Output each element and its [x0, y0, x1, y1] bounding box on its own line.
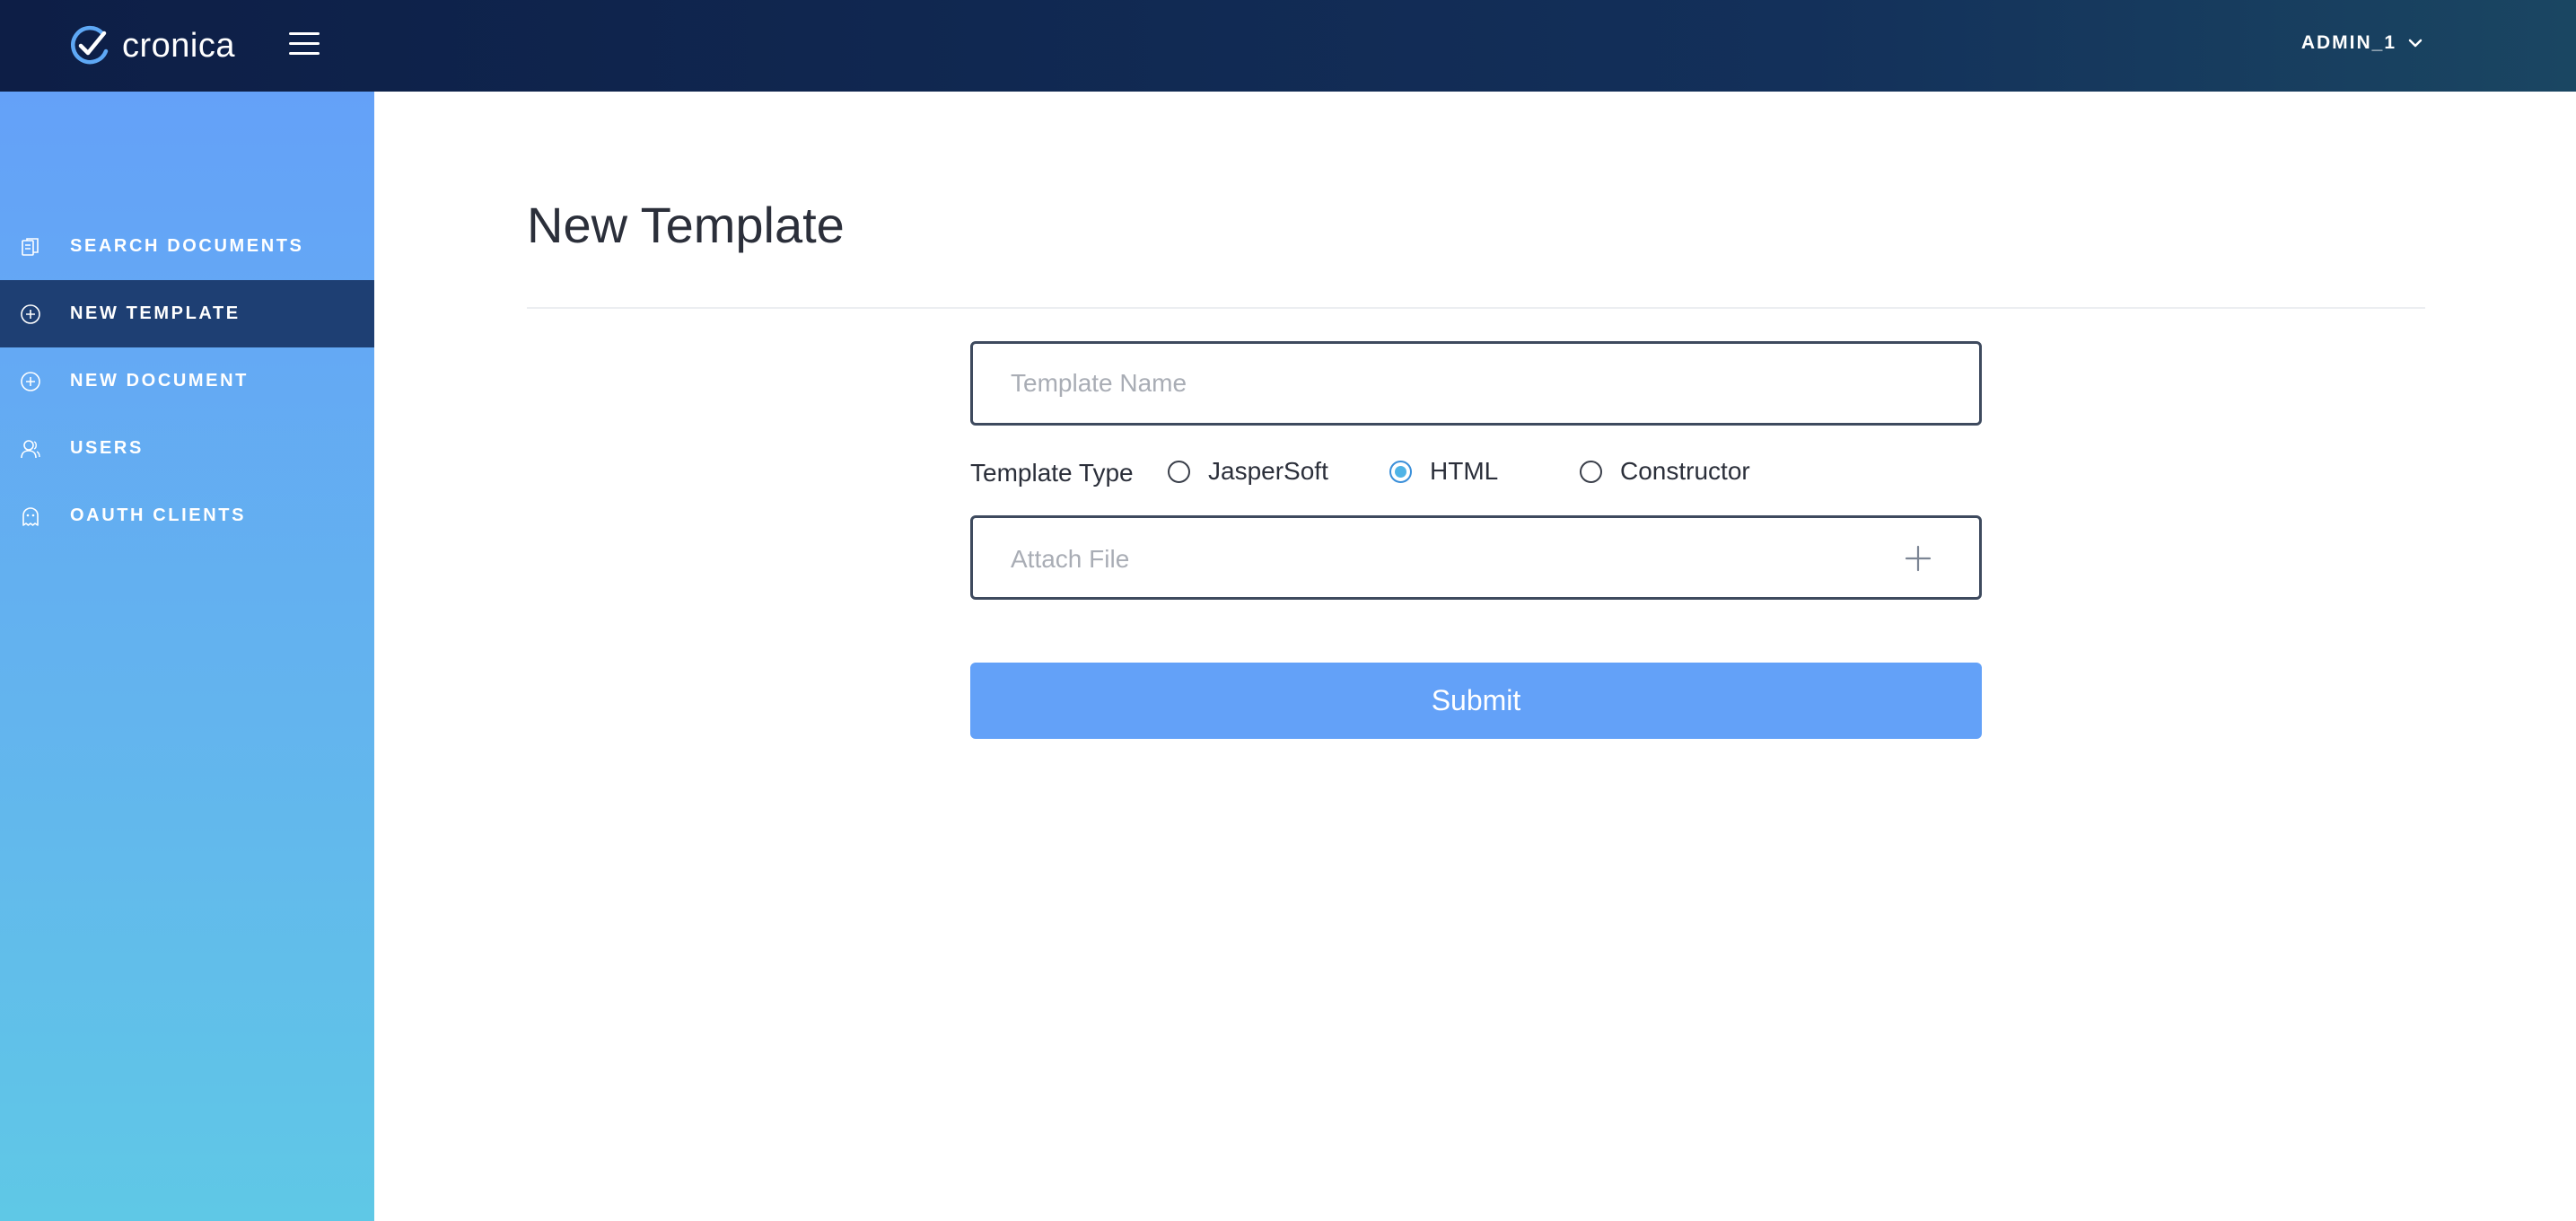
sidebar-item-oauth-clients[interactable]: OAUTH CLIENTS	[0, 482, 374, 549]
plus-circle-icon	[21, 371, 40, 391]
radio-button[interactable]	[1580, 460, 1602, 483]
sidebar-item-new-document[interactable]: NEW DOCUMENT	[0, 347, 374, 415]
sidebar-item-label: USERS	[70, 438, 144, 458]
chevron-down-icon	[2408, 39, 2423, 48]
sidebar-item-new-template[interactable]: NEW TEMPLATE	[0, 280, 374, 347]
radio-jaspersoft[interactable]: JasperSoft	[1168, 457, 1328, 486]
radio-label: Constructor	[1620, 457, 1750, 485]
page-title: New Template	[527, 197, 845, 253]
users-icon	[21, 439, 40, 458]
attach-file-field[interactable]: Attach File	[970, 515, 1982, 600]
sidebar-item-label: OAUTH CLIENTS	[70, 505, 247, 525]
sidebar-item-search-documents[interactable]: SEARCH DOCUMENTS	[0, 213, 374, 280]
template-type-group: Template Type JasperSoft HTML Constructo…	[970, 453, 1982, 489]
radio-label: JasperSoft	[1208, 457, 1328, 485]
sidebar: SEARCH DOCUMENTS NEW TEMPLATE NEW DOCUME…	[0, 92, 374, 1221]
plus-icon[interactable]	[1904, 544, 1932, 573]
user-menu[interactable]: ADMIN_1	[2301, 32, 2423, 54]
sidebar-item-label: NEW TEMPLATE	[70, 303, 241, 323]
plus-circle-icon	[21, 303, 40, 324]
brand[interactable]: cronica	[68, 23, 235, 68]
template-type-label: Template Type	[970, 459, 1134, 487]
documents-icon	[22, 237, 39, 256]
template-name-input[interactable]	[973, 344, 1979, 423]
radio-label: HTML	[1430, 457, 1499, 485]
divider	[527, 307, 2425, 309]
radio-button[interactable]	[1389, 460, 1412, 483]
template-name-field[interactable]	[970, 341, 1982, 426]
submit-button[interactable]: Submit	[970, 663, 1982, 739]
sidebar-item-users[interactable]: USERS	[0, 415, 374, 482]
brand-name: cronica	[122, 26, 235, 65]
radio-constructor[interactable]: Constructor	[1580, 457, 1750, 486]
radio-html[interactable]: HTML	[1389, 457, 1498, 486]
sidebar-nav: SEARCH DOCUMENTS NEW TEMPLATE NEW DOCUME…	[0, 213, 374, 549]
ghost-icon	[22, 506, 39, 526]
sidebar-item-label: NEW DOCUMENT	[70, 371, 249, 391]
sidebar-item-label: SEARCH DOCUMENTS	[70, 236, 304, 256]
radio-button[interactable]	[1168, 460, 1190, 483]
user-name: ADMIN_1	[2300, 32, 2396, 53]
check-circle-icon	[71, 25, 109, 65]
hamburger-icon[interactable]	[289, 32, 320, 57]
attach-file-placeholder: Attach File	[1011, 545, 1130, 573]
top-bar: cronica ADMIN_1	[0, 0, 2576, 92]
